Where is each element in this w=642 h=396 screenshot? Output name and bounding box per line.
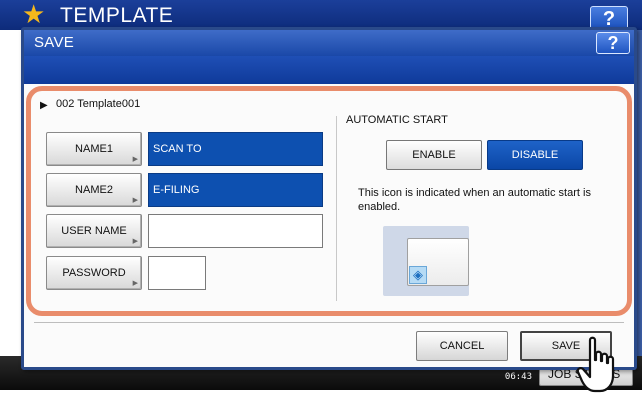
enable-button[interactable]: ENABLE xyxy=(386,140,482,170)
password-field[interactable] xyxy=(148,256,206,290)
dialog-header-band xyxy=(24,56,634,84)
corner-arrow-icon: ▶ xyxy=(132,197,138,204)
user-name-field[interactable] xyxy=(148,214,323,248)
play-arrow-icon: ▶ xyxy=(40,100,48,111)
user-name-button[interactable]: USER NAME ▶ xyxy=(46,214,142,248)
cancel-button[interactable]: CANCEL xyxy=(416,331,508,361)
dialog-title: SAVE xyxy=(34,34,75,51)
user-name-button-label: USER NAME xyxy=(61,225,127,237)
column-divider xyxy=(336,116,337,301)
corner-arrow-icon: ▶ xyxy=(132,238,138,245)
automatic-start-description: This icon is indicated when an automatic… xyxy=(358,187,591,213)
help-button[interactable]: ? xyxy=(596,32,630,54)
save-dialog: SAVE ? ▶ 002 Template001 NAME1 ▶ SCAN TO… xyxy=(21,27,637,370)
clock-time: 06:43 xyxy=(504,372,532,382)
template-path: 002 Template001 xyxy=(56,98,141,110)
name1-button-label: NAME1 xyxy=(75,143,113,155)
automatic-start-icon: ◈ xyxy=(409,266,427,284)
icon-preview: ◈ xyxy=(383,226,469,296)
name2-field[interactable]: E-FILING xyxy=(148,173,323,207)
dialog-title-bar: SAVE ? xyxy=(24,30,634,56)
background-title: TEMPLATE xyxy=(60,4,174,27)
corner-arrow-icon: ▶ xyxy=(132,156,138,163)
automatic-start-label: AUTOMATIC START xyxy=(346,114,448,126)
pointing-hand-icon xyxy=(576,336,615,393)
name2-button-label: NAME2 xyxy=(75,184,113,196)
footer-divider xyxy=(34,322,624,323)
name2-button[interactable]: NAME2 ▶ xyxy=(46,173,142,207)
password-button-label: PASSWORD xyxy=(62,267,126,279)
corner-arrow-icon: ▶ xyxy=(132,280,138,287)
name1-field[interactable]: SCAN TO xyxy=(148,132,323,166)
password-button[interactable]: PASSWORD ▶ xyxy=(46,256,142,290)
disable-button[interactable]: DISABLE xyxy=(487,140,583,170)
name1-button[interactable]: NAME1 ▶ xyxy=(46,132,142,166)
star-icon: ★ xyxy=(22,0,46,29)
